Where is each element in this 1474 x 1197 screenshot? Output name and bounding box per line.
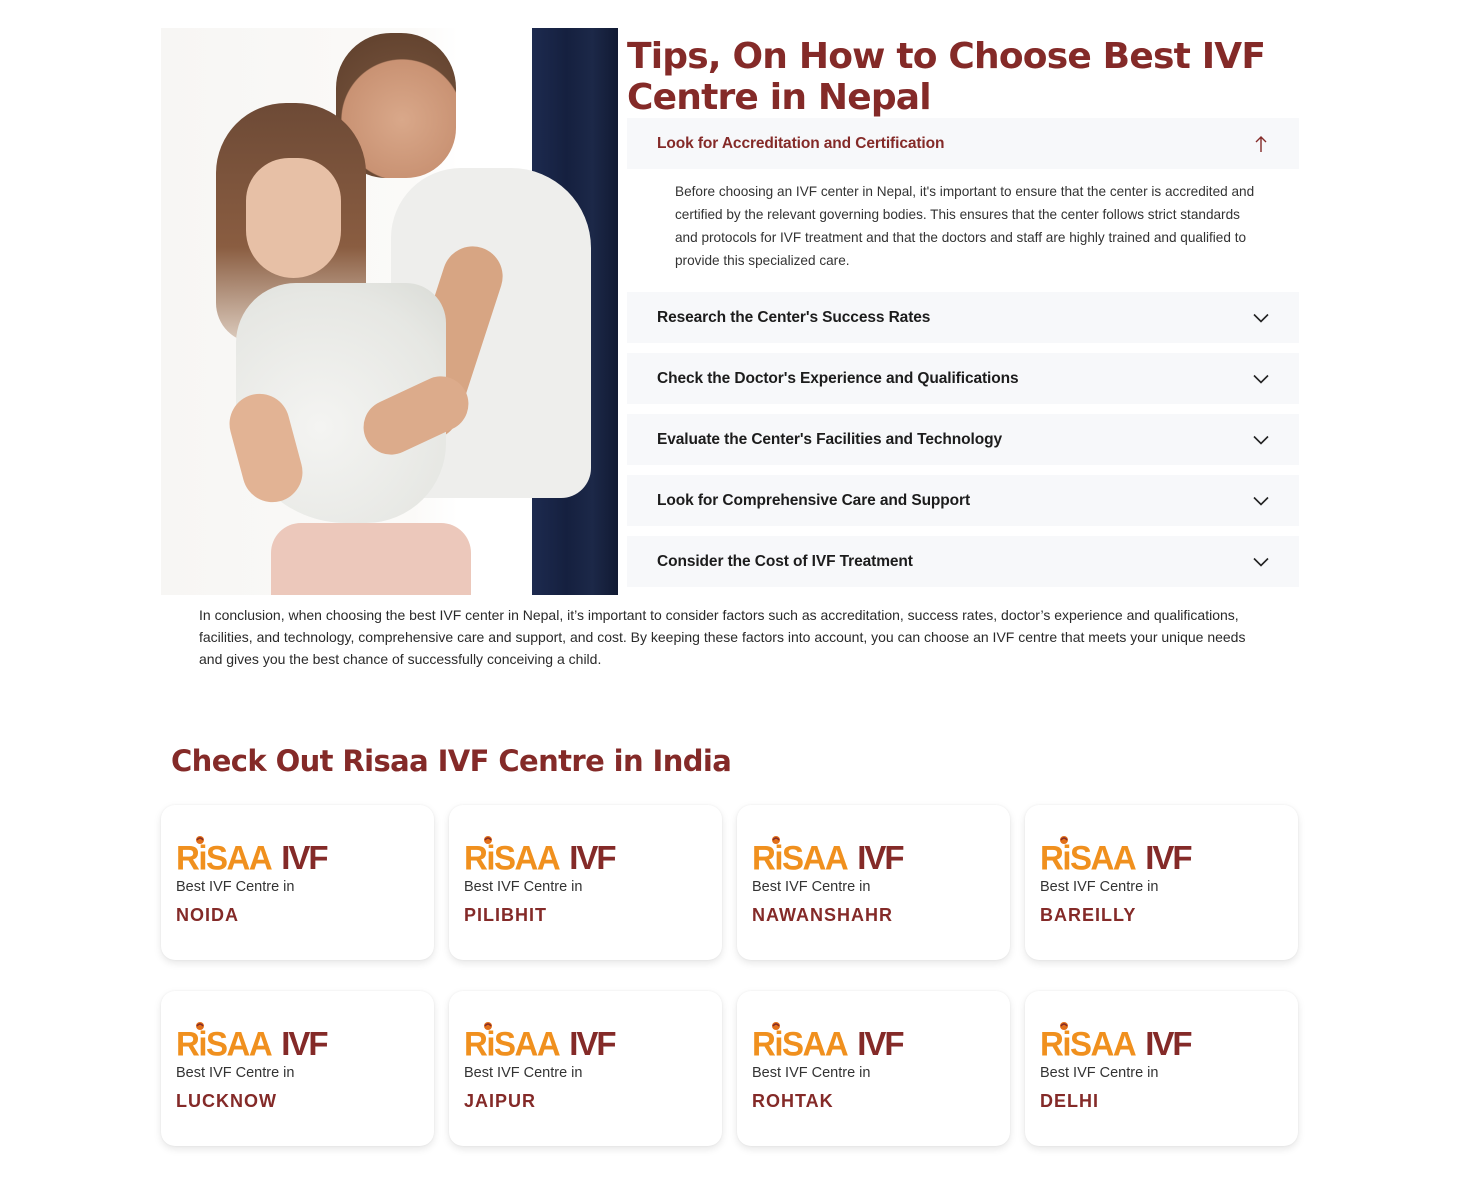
accordion-header[interactable]: Check the Doctor's Experience and Qualif… [627, 353, 1299, 404]
chevron-down-icon[interactable] [1253, 371, 1269, 387]
card-subtitle: Best IVF Centre in [464, 879, 583, 895]
risaa-ivf-logo: RiSAA IVF [752, 1021, 995, 1061]
card-city: NOIDA [176, 905, 239, 925]
accordion-title: Research the Center's Success Rates [657, 308, 931, 326]
centre-card[interactable]: RiSAA IVF Best IVF Centre in BAREILLY [1025, 805, 1298, 960]
logo-suffix: IVF [1145, 1025, 1192, 1062]
centres-section-title: Check Out Risaa IVF Centre in India [171, 744, 732, 778]
chevron-down-icon[interactable] [1253, 432, 1269, 448]
accordion-title: Consider the Cost of IVF Treatment [657, 552, 913, 570]
logo-suffix: IVF [281, 1025, 328, 1062]
card-city: DELHI [1040, 1091, 1099, 1111]
logo-brand: RiSAA [1040, 1024, 1137, 1063]
accordion-header[interactable]: Look for Accreditation and Certification [627, 118, 1299, 169]
logo-brand: RiSAA [464, 838, 561, 877]
centre-card[interactable]: RiSAA IVF Best IVF Centre in DELHI [1025, 991, 1298, 1146]
centre-card[interactable]: RiSAA IVF Best IVF Centre in ROHTAK [737, 991, 1010, 1146]
logo-suffix: IVF [1145, 839, 1192, 876]
accordion-header[interactable]: Evaluate the Center's Facilities and Tec… [627, 414, 1299, 465]
logo-brand: RiSAA [1040, 838, 1137, 877]
card-subtitle: Best IVF Centre in [1040, 1065, 1159, 1081]
risaa-ivf-logo: RiSAA IVF [464, 835, 707, 875]
logo-suffix: IVF [569, 1025, 616, 1062]
centre-card[interactable]: RiSAA IVF Best IVF Centre in JAIPUR [449, 991, 722, 1146]
accordion-item: Consider the Cost of IVF Treatment [627, 536, 1299, 587]
centre-card[interactable]: RiSAA IVF Best IVF Centre in LUCKNOW [161, 991, 434, 1146]
photo-pants [271, 523, 471, 595]
risaa-ivf-logo: RiSAA IVF [176, 1021, 419, 1061]
risaa-ivf-logo: RiSAA IVF [1040, 1021, 1283, 1061]
logo-suffix: IVF [857, 839, 904, 876]
risaa-ivf-logo: RiSAA IVF [1040, 835, 1283, 875]
accordion-body: Before choosing an IVF center in Nepal, … [675, 184, 1255, 268]
accordion-title: Look for Accreditation and Certification [657, 134, 945, 152]
card-subtitle: Best IVF Centre in [176, 879, 295, 895]
arrow-up-icon[interactable] [1253, 135, 1269, 152]
centre-cards-grid: RiSAA IVF Best IVF Centre in NOIDA RiSAA… [161, 805, 1299, 1146]
risaa-ivf-logo: RiSAA IVF [464, 1021, 707, 1061]
chevron-down-icon[interactable] [1253, 310, 1269, 326]
logo-brand: RiSAA [176, 1024, 273, 1063]
photo-woman-face [246, 158, 341, 278]
logo-suffix: IVF [857, 1025, 904, 1062]
card-subtitle: Best IVF Centre in [176, 1065, 295, 1081]
logo-brand: RiSAA [176, 838, 273, 877]
accordion-header[interactable]: Research the Center's Success Rates [627, 292, 1299, 343]
logo-brand: RiSAA [464, 1024, 561, 1063]
card-city: JAIPUR [464, 1091, 537, 1111]
tips-title: Tips, On How to Choose Best IVF Centre i… [627, 36, 1266, 118]
accordion-title: Look for Comprehensive Care and Support [657, 491, 971, 509]
card-subtitle: Best IVF Centre in [752, 879, 871, 895]
risaa-ivf-logo: RiSAA IVF [752, 835, 995, 875]
hero-photo [161, 28, 618, 595]
card-subtitle: Best IVF Centre in [1040, 879, 1159, 895]
tips-accordion: Look for Accreditation and Certification… [627, 118, 1299, 597]
card-city: ROHTAK [752, 1091, 834, 1111]
chevron-down-icon[interactable] [1253, 554, 1269, 570]
conclusion-paragraph: In conclusion, when choosing the best IV… [199, 607, 1246, 667]
accordion-header[interactable]: Consider the Cost of IVF Treatment [627, 536, 1299, 587]
accordion-item: Check the Doctor's Experience and Qualif… [627, 353, 1299, 404]
accordion-item: Look for Accreditation and Certification… [627, 118, 1299, 292]
accordion-item: Research the Center's Success Rates [627, 292, 1299, 343]
accordion-item: Look for Comprehensive Care and Support [627, 475, 1299, 526]
centre-card[interactable]: RiSAA IVF Best IVF Centre in PILIBHIT [449, 805, 722, 960]
card-city: BAREILLY [1040, 905, 1137, 925]
accordion-title: Check the Doctor's Experience and Qualif… [657, 369, 1019, 387]
logo-suffix: IVF [569, 839, 616, 876]
logo-suffix: IVF [281, 839, 328, 876]
chevron-down-icon[interactable] [1253, 493, 1269, 509]
logo-brand: RiSAA [752, 1024, 849, 1063]
card-city: NAWANSHAHR [752, 905, 894, 925]
centre-card[interactable]: RiSAA IVF Best IVF Centre in NAWANSHAHR [737, 805, 1010, 960]
risaa-ivf-logo: RiSAA IVF [176, 835, 419, 875]
accordion-title: Evaluate the Center's Facilities and Tec… [657, 430, 1002, 448]
card-subtitle: Best IVF Centre in [464, 1065, 583, 1081]
card-city: LUCKNOW [176, 1091, 277, 1111]
card-subtitle: Best IVF Centre in [752, 1065, 871, 1081]
logo-brand: RiSAA [752, 838, 849, 877]
accordion-header[interactable]: Look for Comprehensive Care and Support [627, 475, 1299, 526]
accordion-item: Evaluate the Center's Facilities and Tec… [627, 414, 1299, 465]
card-city: PILIBHIT [464, 905, 547, 925]
centre-card[interactable]: RiSAA IVF Best IVF Centre in NOIDA [161, 805, 434, 960]
